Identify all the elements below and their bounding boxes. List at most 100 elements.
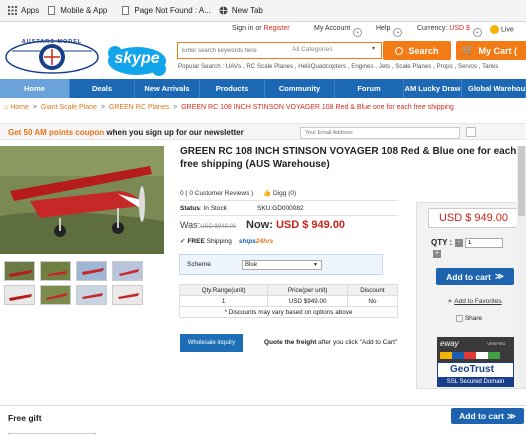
chevron-down-icon: ⌄ [472,28,482,37]
scrollbar[interactable] [517,146,526,386]
reviews-link[interactable]: 0 ( 0 Customer Reviews ) [180,190,253,197]
card-logos [440,352,500,359]
product-thumbnail[interactable] [4,285,35,305]
coupon-banner: Get 50 AM points coupon when you sign up… [0,123,526,140]
scrollbar-thumb[interactable] [518,146,525,216]
gift-add-to-cart-button[interactable]: Add to cart ≫ [451,408,524,424]
free-label: FREE [187,237,205,245]
table-header: Price(per unit) [267,284,348,296]
product-thumbnail[interactable] [40,261,71,281]
nav-lucky-draw[interactable]: AM Lucky Draw [404,79,462,98]
star-icon: ★ [447,298,453,305]
nav-forum[interactable]: Forum [335,79,404,98]
was-label: Was: [180,220,201,230]
qty-label: QTY : [431,238,453,247]
add-to-cart-button[interactable]: Add to cart ≫ [436,268,514,285]
status-label: Status [180,205,200,212]
free-gift-title: Free gift [8,413,42,423]
help-label: Help [376,25,391,32]
bookmark-page-not-found[interactable]: Page Not Found : A... [121,6,211,15]
nav-community[interactable]: Community [265,79,335,98]
apps-grid-icon [8,6,17,15]
now-price-row: Now: USD $ 949.00 [246,219,345,231]
breadcrumb-home[interactable]: Home [10,104,29,111]
breadcrumb-sep: > [173,104,178,111]
check-icon: ✔ [180,238,186,245]
my-account-menu[interactable]: My Account ⌄ [314,25,363,37]
status-value: : In Stock [199,205,227,212]
eway-logo: eway [440,339,459,348]
geotrust-ssl: SSL Secured Domain [438,377,513,387]
help-menu[interactable]: Help ⌄ [376,25,403,37]
bookmark-label: Apps [21,6,40,15]
nav-products[interactable]: Products [200,79,265,98]
popular-search[interactable]: Popular Search : UAVs , RC Scale Planes … [178,63,498,70]
site-logo[interactable]: AUSTARS MODEL [4,39,100,75]
register-link[interactable]: Register [264,25,290,32]
cart-button[interactable]: 🛒 My Cart ( [456,41,526,60]
chevron-down-icon: ▾ [372,46,376,52]
broken-image-icon[interactable] [466,127,476,137]
bookmark-new-tab[interactable]: New Tab [219,6,263,15]
scheme-select[interactable]: Blue ▼ [242,260,322,270]
now-price: USD $ 949.00 [275,219,346,231]
product-thumbnail[interactable] [76,261,107,281]
nav-new-arrivals[interactable]: New Arrivals [135,79,200,98]
product-thumbnail[interactable] [76,285,107,305]
scheme-value: Blue [245,262,258,268]
currency-value: USD $ [449,25,470,32]
skype-logo[interactable]: skype [107,44,167,76]
price-table: Qty.Range(unit) Price(per unit) Discount… [178,284,399,318]
chevron-down-icon: ▼ [313,262,318,268]
wholesale-inquiry-button[interactable]: Wholesale inquiry [180,334,243,352]
qty-plus-button[interactable]: + [433,250,441,258]
bookmark-label: Page Not Found : A... [134,6,211,15]
newsletter-email-input[interactable] [300,127,460,139]
breadcrumb-sep: > [32,104,37,111]
product-thumbnail[interactable] [112,285,143,305]
currency-menu[interactable]: Currency: USD $ ⌄ [417,25,482,37]
add-to-favorites-link[interactable]: ★ Add to Favorites [447,297,502,305]
breadcrumb-giant-scale[interactable]: Giant Scale Plane [41,104,97,111]
nav-home[interactable]: Home [0,79,70,98]
product-thumbnail[interactable] [112,261,143,281]
search-input[interactable] [182,44,292,57]
bookmark-apps[interactable]: Apps [8,6,39,15]
nav-global-warehouse[interactable]: Global Warehouse [462,79,526,98]
chevron-down-icon: ⌄ [353,28,363,37]
signin-link[interactable]: Sign in [232,25,253,32]
eway-badge: eway VERIFIED [437,337,514,362]
qty-minus-button[interactable]: - [455,239,463,247]
search-icon [395,46,404,55]
page-icon [47,6,56,15]
quote-freight-text: Quote the freight after you click "Add t… [264,339,397,346]
divider [180,215,398,216]
product-thumbnail[interactable] [4,261,35,281]
top-bar: Sign in or Register My Account ⌄ Help ⌄ Cu… [0,22,526,37]
table-note-row: * Discounts may vary based on options ab… [179,306,398,318]
bookmark-mobile-app[interactable]: Mobile & App [47,6,107,15]
product-main-image[interactable] [0,146,164,254]
chat-bubble-icon [490,25,499,34]
breadcrumb-green-rc[interactable]: GREEN RC Planes [109,104,169,111]
cart-icon: 🛒 [462,45,475,56]
live-chat-label: Live [500,26,514,34]
category-select[interactable]: All Categories [292,46,332,53]
table-cell: 1 [178,295,269,307]
search-button[interactable]: Search [383,41,451,60]
sku-text: SKU:GD000082 [257,205,304,212]
add-to-cart-label: Add to cart [446,271,491,282]
double-chevron-right-icon: ≫ [494,271,504,281]
gift-add-to-cart-label: Add to cart [459,411,504,421]
nav-deals[interactable]: Deals [70,79,135,98]
share-button[interactable]: Share [456,315,482,322]
digg-link[interactable]: Digg (0) [273,190,296,197]
now-label: Now: [246,219,273,231]
geotrust-logo: GeoTrust [450,364,494,375]
live-chat[interactable]: Live [490,25,514,34]
skype-text: skype [114,50,160,67]
qty-input[interactable] [465,238,503,248]
bookmark-label: New Tab [231,6,263,15]
product-thumbnail[interactable] [40,285,71,305]
coupon-text: when you sign up for our newsletter [104,128,244,137]
